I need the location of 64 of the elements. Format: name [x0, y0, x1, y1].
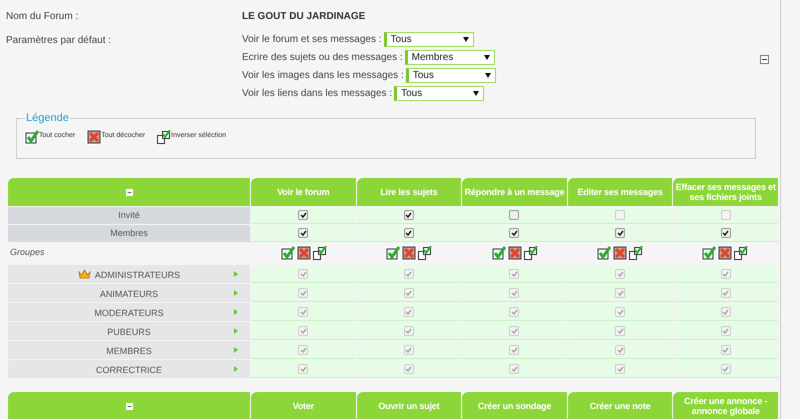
- caret-icon: [484, 54, 490, 60]
- uncheck-all-icon[interactable]: [296, 246, 311, 260]
- row-label: Membres: [110, 226, 148, 240]
- checkbox[interactable]: [298, 228, 308, 238]
- invert-selection-icon[interactable]: [628, 246, 643, 260]
- invert-selection-icon[interactable]: [418, 246, 432, 260]
- legend-title: Légende: [25, 111, 70, 126]
- uncheck-all-icon[interactable]: [508, 246, 522, 260]
- column-header: Créer une annonce - annonce globale: [673, 392, 778, 419]
- checkbox[interactable]: [720, 228, 731, 238]
- field-label: Voir les images dans les messages :: [242, 68, 404, 82]
- row-label: Invité: [118, 208, 140, 222]
- checkbox[interactable]: [509, 210, 520, 220]
- dropdown[interactable]: Tous: [394, 86, 484, 100]
- dropdown[interactable]: Tous: [384, 32, 474, 46]
- collapse-icon[interactable]: [126, 402, 132, 410]
- check-all-icon[interactable]: [702, 246, 716, 260]
- invert-selection-icon[interactable]: [734, 246, 748, 260]
- dropdown[interactable]: Membres: [404, 50, 495, 64]
- column-header: Ouvrir un sujet: [356, 392, 462, 419]
- check-all-icon[interactable]: [596, 246, 611, 260]
- caret-icon: [462, 36, 469, 42]
- check-all-icon[interactable]: [492, 246, 506, 260]
- invert-selection-icon[interactable]: [312, 246, 327, 260]
- column-header: Créer un sondage: [462, 392, 567, 419]
- checkbox[interactable]: [298, 210, 308, 220]
- caret-icon: [484, 72, 491, 78]
- row-label: ANIMATEURS: [100, 288, 158, 301]
- column-header: Voir le forum: [251, 178, 356, 206]
- section-label: Groupes: [9, 246, 46, 260]
- uncheck-all-icon[interactable]: [718, 246, 732, 260]
- check-all-icon[interactable]: [280, 246, 295, 260]
- column-header: Créer une note: [568, 392, 672, 419]
- dropdown[interactable]: Tous: [406, 68, 496, 82]
- field-label: Paramètres par défaut :: [6, 34, 112, 48]
- field-label: Ecrire des sujets ou des messages :: [242, 50, 403, 64]
- check-all-icon[interactable]: [386, 246, 400, 260]
- checkbox[interactable]: [509, 228, 520, 238]
- checkbox[interactable]: [404, 210, 414, 220]
- row-label: CORRECTRICE: [96, 364, 162, 377]
- uncheck-all-icon[interactable]: [402, 246, 416, 260]
- caret-icon: [473, 90, 480, 96]
- field-label: Voir les liens dans les messages :: [242, 86, 392, 100]
- invert-selection-icon[interactable]: [157, 130, 172, 144]
- uncheck-all-icon[interactable]: [87, 130, 102, 144]
- collapse-icon[interactable]: [760, 55, 769, 64]
- row-label: PUBEURS: [107, 326, 151, 339]
- checkbox[interactable]: [404, 228, 414, 238]
- column-header: Editer ses messages: [568, 178, 672, 206]
- collapse-icon[interactable]: [126, 188, 132, 196]
- column-header: Lire les sujets: [356, 178, 462, 206]
- forum-name: LE GOUT DU JARDINAGE: [242, 10, 366, 24]
- column-header: Voter: [251, 392, 356, 419]
- row-label: ADMINISTRATEURS: [94, 268, 180, 282]
- invert-selection-icon[interactable]: [524, 246, 538, 260]
- row-label: MODERATEURS: [94, 306, 164, 320]
- column-header: Répondre à un message: [462, 178, 567, 206]
- column-header: Effacer ses messages et ses fichiers joints: [673, 178, 778, 206]
- field-label: Voir le forum et ses messages :: [242, 32, 382, 46]
- check-all-icon[interactable]: [25, 130, 39, 144]
- row-label: MEMBRES: [106, 344, 152, 358]
- uncheck-all-icon[interactable]: [612, 246, 627, 260]
- field-label: Nom du Forum :: [6, 10, 80, 24]
- checkbox[interactable]: [615, 228, 626, 238]
